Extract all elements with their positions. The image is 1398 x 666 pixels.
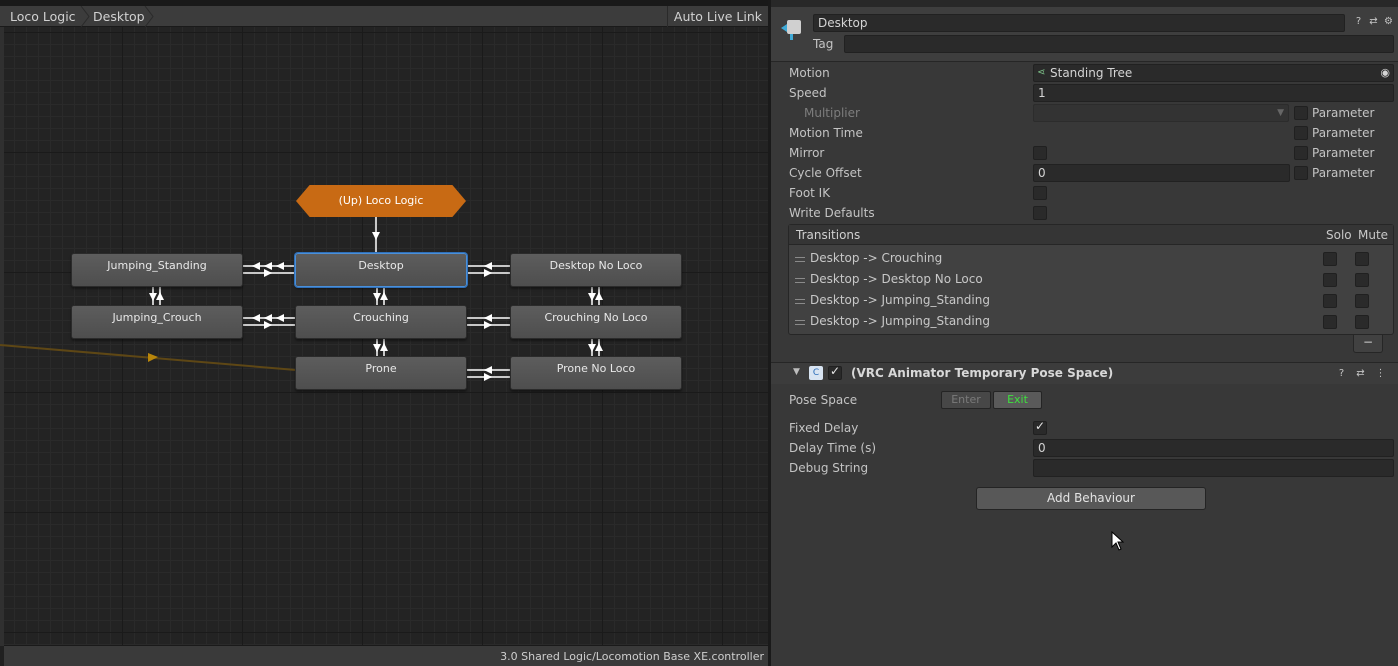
transitions-title: Transitions: [796, 228, 861, 242]
motion-field[interactable]: ⋖ Standing Tree ◉: [1033, 64, 1394, 82]
state-node-crouching[interactable]: Crouching: [295, 305, 467, 339]
transitions-list: Transitions Solo Mute Desktop -> Crouchi…: [788, 224, 1394, 335]
transition-row[interactable]: Desktop -> Jumping_Standing: [789, 311, 1393, 332]
motion-value: Standing Tree: [1050, 66, 1133, 80]
state-node-jumping-standing[interactable]: Jumping_Standing: [71, 253, 243, 287]
mute-checkbox[interactable]: [1355, 294, 1369, 308]
write-defaults-label: Write Defaults: [789, 206, 875, 220]
state-node-desktop-no-loco[interactable]: Desktop No Loco: [510, 253, 682, 287]
animator-state-icon: [781, 20, 801, 40]
foldout-arrow-icon[interactable]: ▼: [793, 367, 800, 377]
write-defaults-checkbox[interactable]: [1033, 206, 1047, 220]
mute-checkbox[interactable]: [1355, 273, 1369, 287]
debug-string-label: Debug String: [789, 461, 869, 475]
multiplier-parameter-checkbox[interactable]: [1294, 106, 1308, 120]
debug-string-field[interactable]: [1033, 459, 1394, 477]
multiplier-dropdown: ▼: [1033, 104, 1289, 122]
fixed-delay-label: Fixed Delay: [789, 421, 859, 435]
multiplier-label: Multiplier: [804, 106, 860, 120]
status-bar: 3.0 Shared Logic/Locomotion Base XE.cont…: [4, 645, 768, 666]
mouse-cursor-icon: [1111, 531, 1125, 551]
entry-arrow-icon: [148, 353, 158, 362]
chevron-down-icon: ▼: [1277, 108, 1284, 118]
enter-button[interactable]: Enter: [941, 391, 991, 409]
parameter-label: Parameter: [1312, 126, 1375, 140]
transitions-header: Transitions Solo Mute: [789, 225, 1393, 245]
solo-checkbox[interactable]: [1323, 315, 1337, 329]
drag-handle-icon[interactable]: [795, 257, 805, 262]
inspector-panel: Desktop ? ⇄ ⚙ Tag Motion ⋖ Standing Tree…: [771, 0, 1398, 666]
transition-label: Desktop -> Jumping_Standing: [810, 293, 990, 307]
drag-handle-icon[interactable]: [795, 320, 805, 325]
inspector-tab-strip: [771, 0, 1398, 7]
animator-graph-panel: Loco Logic Desktop Auto Live Link (Up) L…: [0, 0, 768, 666]
help-icon[interactable]: ?: [1353, 16, 1364, 27]
foot-ik-label: Foot IK: [789, 186, 831, 200]
tag-label: Tag: [813, 37, 834, 51]
state-node-desktop[interactable]: Desktop: [295, 253, 467, 287]
cycle-offset-parameter-checkbox[interactable]: [1294, 166, 1308, 180]
parameter-label: Parameter: [1312, 146, 1375, 160]
cycle-offset-field[interactable]: 0: [1033, 164, 1290, 182]
mute-checkbox[interactable]: [1355, 252, 1369, 266]
parameter-label: Parameter: [1312, 166, 1375, 180]
solo-checkbox[interactable]: [1323, 273, 1337, 287]
drag-handle-icon[interactable]: [795, 299, 805, 304]
mute-checkbox[interactable]: [1355, 315, 1369, 329]
behaviour-enabled-checkbox[interactable]: [828, 364, 842, 380]
transition-label: Desktop -> Jumping_Standing: [810, 314, 990, 328]
behaviour-title: (VRC Animator Temporary Pose Space): [851, 366, 1114, 380]
object-picker-icon[interactable]: ◉: [1380, 65, 1390, 81]
solo-column-header: Solo: [1326, 228, 1352, 242]
motion-label: Motion: [789, 66, 830, 80]
remove-transition-button[interactable]: −: [1353, 335, 1383, 353]
controller-path: 3.0 Shared Logic/Locomotion Base XE.cont…: [500, 650, 764, 663]
speed-label: Speed: [789, 86, 827, 100]
gear-icon[interactable]: ⚙: [1383, 16, 1394, 27]
cycle-offset-label: Cycle Offset: [789, 166, 862, 180]
state-node-up-loco-logic[interactable]: (Up) Loco Logic: [296, 185, 466, 217]
solo-checkbox[interactable]: [1323, 294, 1337, 308]
behaviour-header[interactable]: ▼ C (VRC Animator Temporary Pose Space) …: [771, 362, 1398, 384]
state-node-jumping-crouch[interactable]: Jumping_Crouch: [71, 305, 243, 339]
parameter-label: Parameter: [1312, 106, 1375, 120]
preset-icon[interactable]: ⇄: [1368, 16, 1379, 27]
motion-time-parameter-checkbox[interactable]: [1294, 126, 1308, 140]
delay-time-label: Delay Time (s): [789, 441, 877, 455]
pose-space-label: Pose Space: [789, 393, 858, 407]
script-icon: C: [809, 366, 823, 380]
delay-time-field[interactable]: 0: [1033, 439, 1394, 457]
help-icon[interactable]: ?: [1336, 368, 1347, 379]
state-node-prone[interactable]: Prone: [295, 356, 467, 390]
mirror-label: Mirror: [789, 146, 825, 160]
speed-field[interactable]: 1: [1033, 84, 1394, 102]
state-name-field[interactable]: Desktop: [813, 14, 1345, 32]
foot-ik-checkbox[interactable]: [1033, 186, 1047, 200]
inspector-header: Desktop ? ⇄ ⚙ Tag: [771, 7, 1398, 62]
transition-row[interactable]: Desktop -> Jumping_Standing: [789, 290, 1393, 311]
motion-time-label: Motion Time: [789, 126, 863, 140]
transition-label: Desktop -> Desktop No Loco: [810, 272, 983, 286]
exit-button[interactable]: Exit: [993, 391, 1042, 409]
mirror-checkbox[interactable]: [1033, 146, 1047, 160]
drag-handle-icon[interactable]: [795, 278, 805, 283]
transition-row[interactable]: Desktop -> Desktop No Loco: [789, 269, 1393, 290]
mirror-parameter-checkbox[interactable]: [1294, 146, 1308, 160]
add-behaviour-button[interactable]: Add Behaviour: [976, 487, 1206, 510]
fixed-delay-checkbox[interactable]: [1033, 419, 1047, 435]
solo-checkbox[interactable]: [1323, 252, 1337, 266]
state-node-crouching-no-loco[interactable]: Crouching No Loco: [510, 305, 682, 339]
kebab-menu-icon[interactable]: ⋮: [1375, 368, 1386, 379]
blend-tree-icon: ⋖: [1037, 67, 1046, 78]
preset-icon[interactable]: ⇄: [1355, 368, 1366, 379]
transition-row[interactable]: Desktop -> Crouching: [789, 248, 1393, 269]
mute-column-header: Mute: [1358, 228, 1389, 242]
tag-field[interactable]: [844, 35, 1394, 53]
state-node-prone-no-loco[interactable]: Prone No Loco: [510, 356, 682, 390]
transition-label: Desktop -> Crouching: [810, 251, 943, 265]
